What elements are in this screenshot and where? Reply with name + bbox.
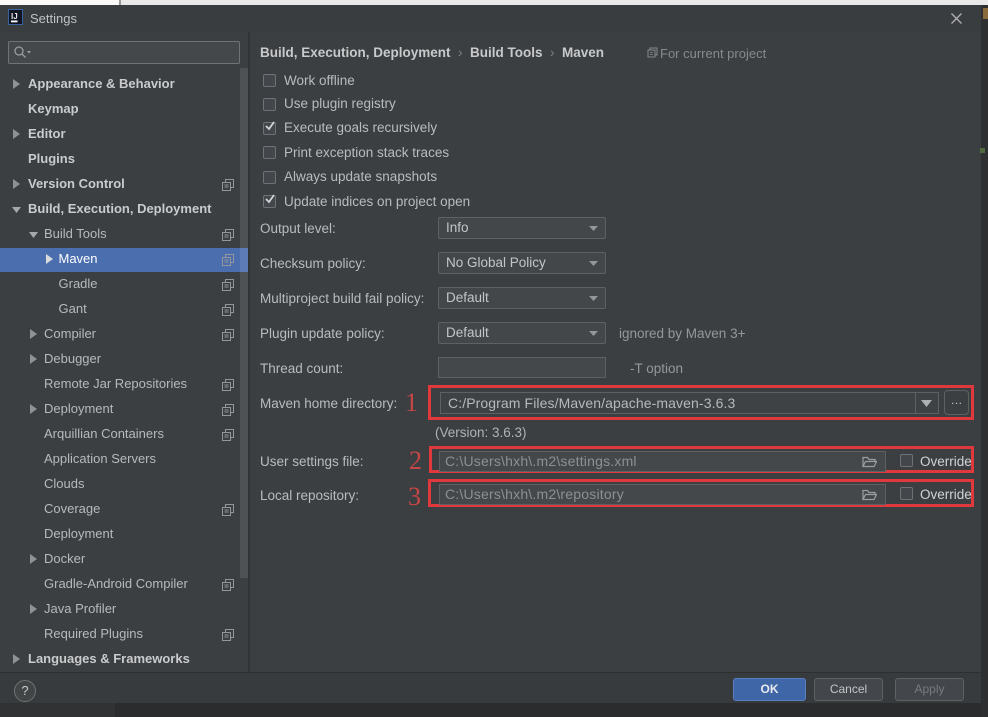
svg-text:IJ: IJ <box>11 12 18 21</box>
